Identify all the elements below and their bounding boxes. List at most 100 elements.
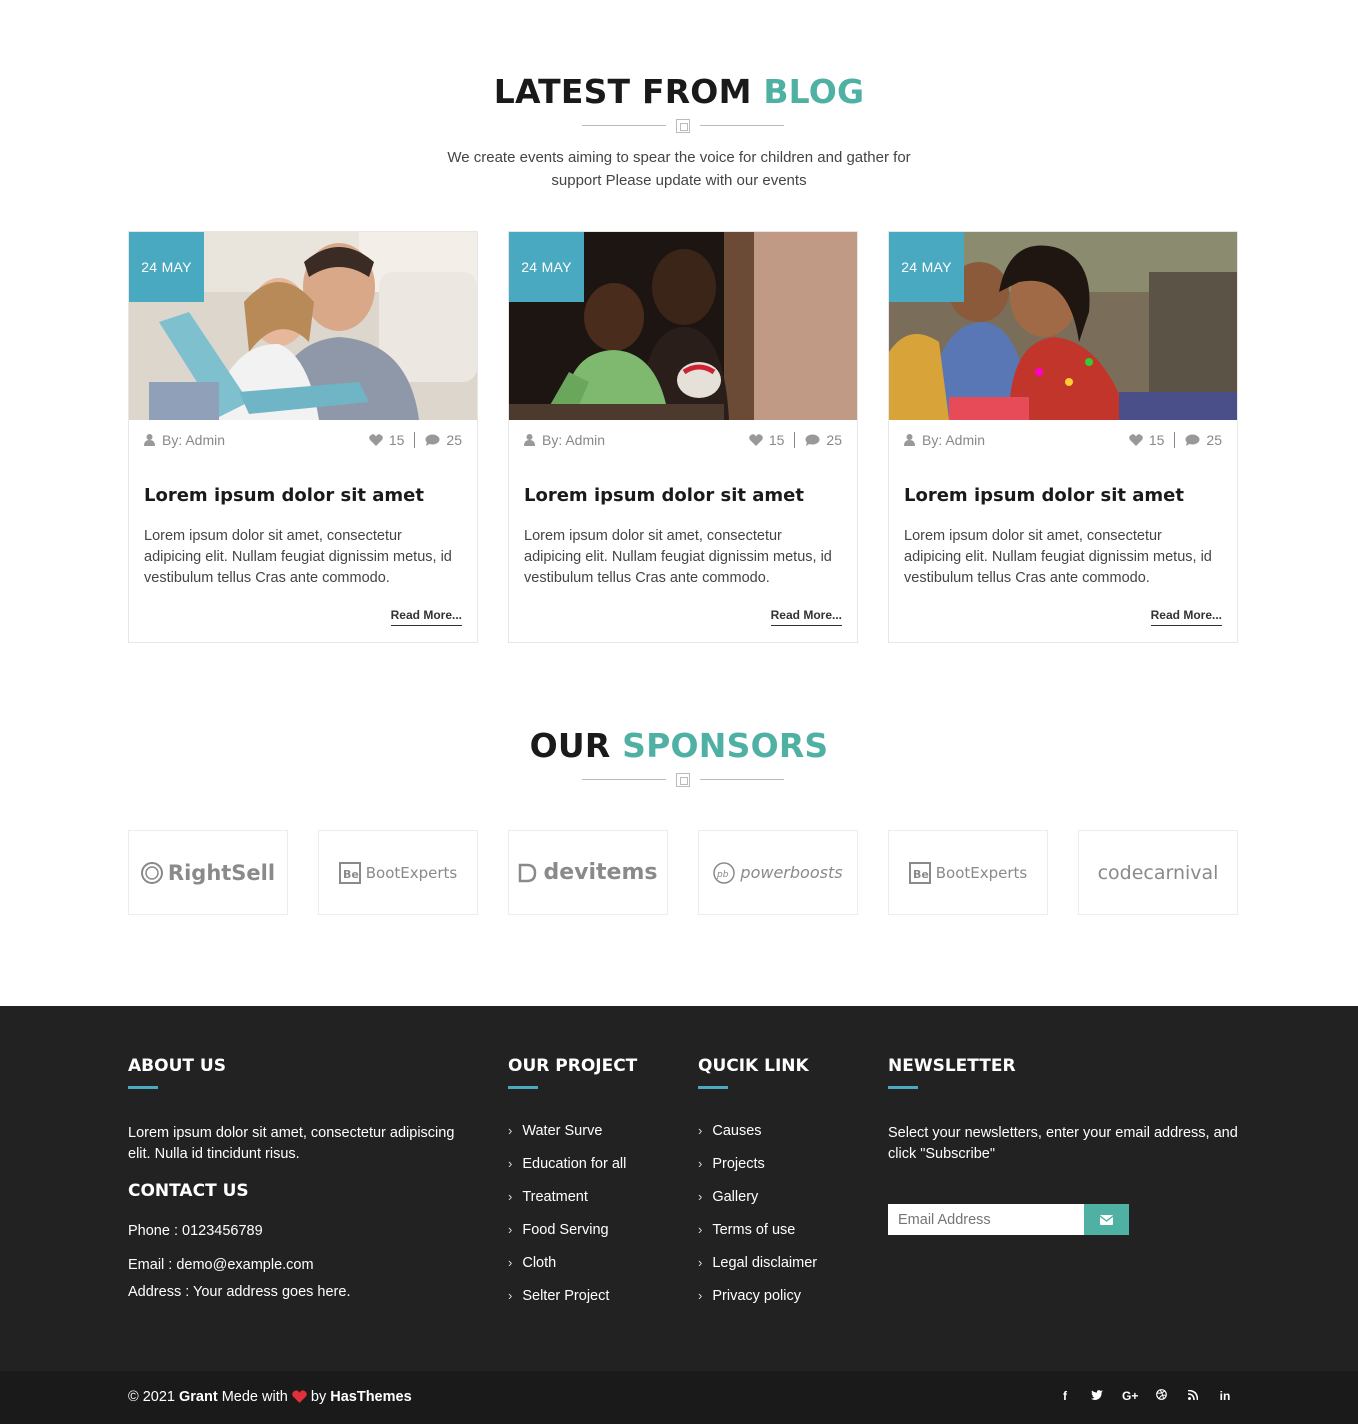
sponsor-name: BootExperts	[365, 863, 458, 882]
user-icon	[524, 434, 535, 446]
google-plus-icon[interactable]: G+	[1122, 1389, 1138, 1403]
heart-icon[interactable]	[1129, 434, 1143, 446]
blog-card: 24 MAY By: Admin 15 25 Lorem ipsum dolor…	[508, 231, 858, 643]
blog-stats: 15 25	[369, 432, 462, 448]
blog-intro: We create events aiming to spear the voi…	[447, 149, 911, 189]
heading-underline	[128, 1086, 158, 1089]
devitems-logo-icon	[519, 863, 537, 882]
blog-title-divider	[582, 119, 784, 133]
footer-project-link[interactable]: › Selter Project	[508, 1288, 626, 1321]
read-more-link[interactable]: Read More...	[1150, 608, 1222, 626]
blog-author[interactable]: By: Admin	[144, 432, 225, 448]
footer-quick-link[interactable]: › Privacy policy	[698, 1288, 817, 1321]
chevron-right-icon: ›	[508, 1123, 513, 1138]
sponsors-section-title: OUR SPONSORS	[0, 726, 1358, 765]
likes-count: 15	[1148, 432, 1165, 448]
footer-project-link[interactable]: › Food Serving	[508, 1222, 626, 1255]
blog-card-title[interactable]: Lorem ipsum dolor sit amet	[524, 485, 842, 506]
footer-newsletter-text: Select your newsletters, enter your emai…	[888, 1125, 1238, 1162]
blog-card-excerpt: Lorem ipsum dolor sit amet, consectetur …	[524, 528, 832, 586]
footer-newsletter: NEWSLETTER Select your newsletters, ente…	[888, 1056, 1238, 1165]
stats-separator	[794, 432, 796, 448]
link-label: Education for all	[522, 1156, 627, 1172]
link-label: Gallery	[712, 1189, 759, 1205]
newsletter-subscribe-button[interactable]	[1084, 1204, 1129, 1235]
heart-icon	[292, 1390, 307, 1403]
footer-quick-link[interactable]: › Legal disclaimer	[698, 1255, 817, 1288]
heart-icon[interactable]	[749, 434, 763, 446]
comment-icon[interactable]	[805, 434, 820, 446]
blog-date-badge: 24 MAY	[889, 232, 964, 302]
link-label: Projects	[712, 1156, 765, 1172]
footer-project-link[interactable]: › Treatment	[508, 1189, 626, 1222]
chevron-right-icon: ›	[508, 1222, 513, 1237]
newsletter-email-input[interactable]	[888, 1204, 1084, 1235]
blog-date-badge: 24 MAY	[129, 232, 204, 302]
dribbble-icon[interactable]	[1154, 1389, 1168, 1403]
comments-count: 25	[446, 432, 462, 448]
sponsor-name: devitems	[543, 860, 658, 885]
chevron-right-icon: ›	[698, 1123, 703, 1138]
footer-project-link[interactable]: › Cloth	[508, 1255, 626, 1288]
sponsor-logo-powerboosts[interactable]: pb powerboosts	[698, 830, 858, 915]
linkedin-icon[interactable]: in	[1218, 1389, 1232, 1403]
footer-project-link[interactable]: › Water Surve	[508, 1123, 626, 1156]
rightsell-logo-icon	[140, 861, 163, 884]
svg-text:Be: Be	[913, 868, 929, 881]
sponsors-title-main: OUR	[529, 726, 611, 765]
read-more-link[interactable]: Read More...	[390, 608, 462, 626]
footer: ABOUT US Lorem ipsum dolor sit amet, con…	[0, 1006, 1358, 1371]
footer-contact-email[interactable]: Email : demo@example.com	[128, 1255, 478, 1276]
twitter-icon[interactable]	[1090, 1389, 1104, 1403]
blog-card-meta: By: Admin 15 25	[524, 432, 842, 452]
chevron-right-icon: ›	[508, 1288, 513, 1303]
footer-quick-link[interactable]: › Causes	[698, 1123, 817, 1156]
link-label: Cloth	[522, 1255, 557, 1271]
rss-icon[interactable]	[1186, 1389, 1200, 1403]
blog-author[interactable]: By: Admin	[524, 432, 605, 448]
footer-quick-link[interactable]: › Terms of use	[698, 1222, 817, 1255]
sponsor-logo-codecarnival[interactable]: codecarnival	[1078, 830, 1238, 915]
powerboosts-logo-icon: pb	[713, 861, 736, 884]
blog-author-label: By: Admin	[542, 432, 606, 448]
heading-underline	[888, 1086, 918, 1089]
sponsor-name: BootExperts	[935, 863, 1028, 882]
svg-text:pb: pb	[716, 870, 729, 880]
heart-icon[interactable]	[369, 434, 383, 446]
sponsor-name: powerboosts	[740, 863, 843, 882]
sponsor-logo-bootexperts[interactable]: Be BootExperts	[318, 830, 478, 915]
footer-project: OUR PROJECT	[508, 1056, 637, 1089]
chevron-right-icon: ›	[508, 1255, 513, 1270]
read-more-link[interactable]: Read More...	[770, 608, 842, 626]
footer-quick-link[interactable]: › Projects	[698, 1156, 817, 1189]
footer-project-link[interactable]: › Education for all	[508, 1156, 626, 1189]
sponsors-title-divider	[582, 773, 784, 787]
blog-card-title[interactable]: Lorem ipsum dolor sit amet	[904, 485, 1222, 506]
comment-icon[interactable]	[1185, 434, 1200, 446]
copyright-year: © 2021	[128, 1389, 175, 1405]
footer-about-heading: ABOUT US	[128, 1056, 226, 1076]
sponsor-logo-devitems[interactable]: devitems	[508, 830, 668, 915]
footer-quick: QUCIK LINK	[698, 1056, 809, 1089]
footer-contact-phone: Phone : 0123456789	[128, 1223, 263, 1239]
svg-text:Be: Be	[343, 868, 359, 881]
sponsor-logo-rightsell[interactable]: RightSell	[128, 830, 288, 915]
comment-icon[interactable]	[425, 434, 440, 446]
blog-card-title[interactable]: Lorem ipsum dolor sit amet	[144, 485, 462, 506]
footer-quick-link[interactable]: › Gallery	[698, 1189, 817, 1222]
made-with-text: Mede with	[221, 1389, 288, 1405]
blog-stats: 15 25	[749, 432, 842, 448]
copyright-bar: © 2021 Grant Mede with by HasThemes f G+…	[0, 1371, 1358, 1424]
blog-section-title: LATEST FROM BLOG	[0, 72, 1358, 111]
blog-card-meta: By: Admin 15 25	[144, 432, 462, 452]
brand-name[interactable]: Grant	[179, 1389, 218, 1405]
by-text: by	[310, 1389, 327, 1405]
blog-title-main: LATEST FROM	[493, 72, 752, 111]
blog-author[interactable]: By: Admin	[904, 432, 985, 448]
blog-stats: 15 25	[1129, 432, 1222, 448]
sponsor-logo-bootexperts-2[interactable]: Be BootExperts	[888, 830, 1048, 915]
facebook-icon[interactable]: f	[1058, 1389, 1072, 1403]
newsletter-form	[888, 1204, 1129, 1235]
blog-title-accent: BLOG	[763, 72, 865, 111]
company-link[interactable]: HasThemes	[330, 1389, 411, 1405]
